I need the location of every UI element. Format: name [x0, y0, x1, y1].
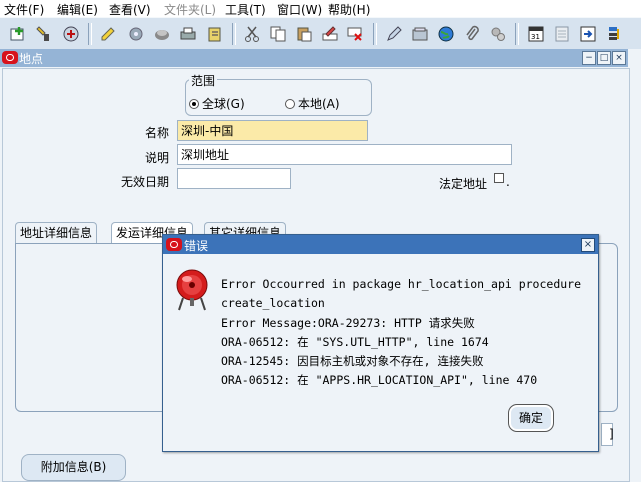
minimize-icon[interactable]: − [582, 51, 596, 65]
legal-address-checkbox[interactable] [494, 173, 504, 183]
window-title: 地点 [19, 52, 44, 66]
menu-view[interactable]: 查看(V) [109, 1, 151, 18]
oracle-icon [166, 238, 182, 251]
maximize-icon[interactable]: □ [597, 51, 611, 65]
menu-help[interactable]: 帮助(H) [328, 1, 370, 18]
svg-text:31: 31 [531, 33, 540, 41]
paperclip-icon[interactable] [462, 24, 482, 44]
menu-window[interactable]: 窗口(W) [277, 1, 322, 18]
cut-icon[interactable] [242, 24, 262, 44]
name-label: 名称 [144, 126, 169, 140]
copy-icon[interactable] [268, 24, 288, 44]
paste-icon[interactable] [294, 24, 314, 44]
error-message-line: ORA-06512: 在 "APPS.HR_LOCATION_API", lin… [221, 373, 538, 387]
menu-edit[interactable]: 编辑(E) [57, 1, 98, 18]
menu-file[interactable]: 文件(F) [4, 1, 44, 18]
error-message-line: Error Occourred in package hr_location_a… [221, 277, 582, 291]
additional-info-button[interactable]: 附加信息(B) [21, 454, 126, 481]
error-message-line: ORA-12545: 因目标主机或对象不存在, 连接失败 [221, 354, 484, 368]
inactive-date-label: 无效日期 [120, 175, 169, 189]
legal-address-label: 法定地址 [438, 177, 487, 191]
notes-icon[interactable] [552, 24, 572, 44]
print-icon[interactable] [152, 24, 172, 44]
globe-icon[interactable] [436, 24, 456, 44]
save-icon[interactable] [178, 24, 198, 44]
radio-global[interactable]: 全球(G) [189, 95, 245, 112]
ok-button[interactable]: 确定 [508, 404, 554, 432]
delete-record-icon[interactable] [345, 24, 365, 44]
error-dialog: 错误 × Error Occourred in package hr_locat… [162, 234, 599, 452]
clear-field-icon[interactable] [320, 24, 340, 44]
radio-global-label: 全球(G) [202, 97, 245, 111]
tab-address-details[interactable]: 地址详细信息 [15, 222, 98, 243]
radio-global-dot[interactable] [189, 98, 199, 109]
close-icon[interactable]: × [581, 238, 595, 252]
alarm-bell-icon [176, 269, 208, 311]
error-message-line: ORA-06512: 在 "SYS.UTL_HTTP", line 1674 [221, 335, 489, 349]
find-icon[interactable] [34, 24, 54, 44]
new-icon[interactable] [8, 24, 28, 44]
name-field[interactable]: 深圳-中国 [177, 120, 368, 141]
scope-label: 范围 [189, 72, 218, 89]
radio-local[interactable]: 本地(A) [285, 95, 340, 112]
bracket-text: ] [609, 427, 614, 441]
error-message-line: Error Message:ORA-29273: HTTP 请求失败 [221, 316, 475, 330]
tree-icon[interactable] [604, 24, 624, 44]
navigate-icon[interactable] [61, 24, 81, 44]
menu-bar: 文件(F) 编辑(E) 查看(V) 文件夹(L) 工具(T) 窗口(W) 帮助(… [0, 0, 641, 17]
radio-local-dot[interactable] [285, 98, 295, 109]
toolbar: 31 [0, 17, 641, 50]
edit-icon[interactable] [384, 24, 404, 44]
menu-tools[interactable]: 工具(T) [225, 1, 266, 18]
radio-local-label: 本地(A) [298, 97, 340, 111]
error-message-line: create_location [221, 296, 325, 310]
clipboard-icon[interactable] [205, 24, 225, 44]
window-titlebar: 地点 − □ × [0, 49, 628, 67]
menu-folder[interactable]: 文件夹(L) [164, 1, 216, 18]
inactive-date-field[interactable] [177, 168, 291, 189]
tools-icon[interactable] [488, 24, 508, 44]
dialog-titlebar: 错误 × [163, 235, 598, 254]
calendar-icon[interactable]: 31 [526, 24, 546, 44]
legal-address-dot: . [506, 175, 510, 189]
oracle-icon [2, 51, 18, 64]
description-label: 说明 [144, 151, 169, 165]
folder-icon[interactable] [410, 24, 430, 44]
dialog-title: 错误 [184, 239, 209, 253]
zoom-icon[interactable] [98, 24, 118, 44]
description-field[interactable]: 深圳地址 [177, 144, 512, 165]
attach-icon[interactable] [126, 24, 146, 44]
export-icon[interactable] [578, 24, 598, 44]
close-icon[interactable]: × [612, 51, 626, 65]
